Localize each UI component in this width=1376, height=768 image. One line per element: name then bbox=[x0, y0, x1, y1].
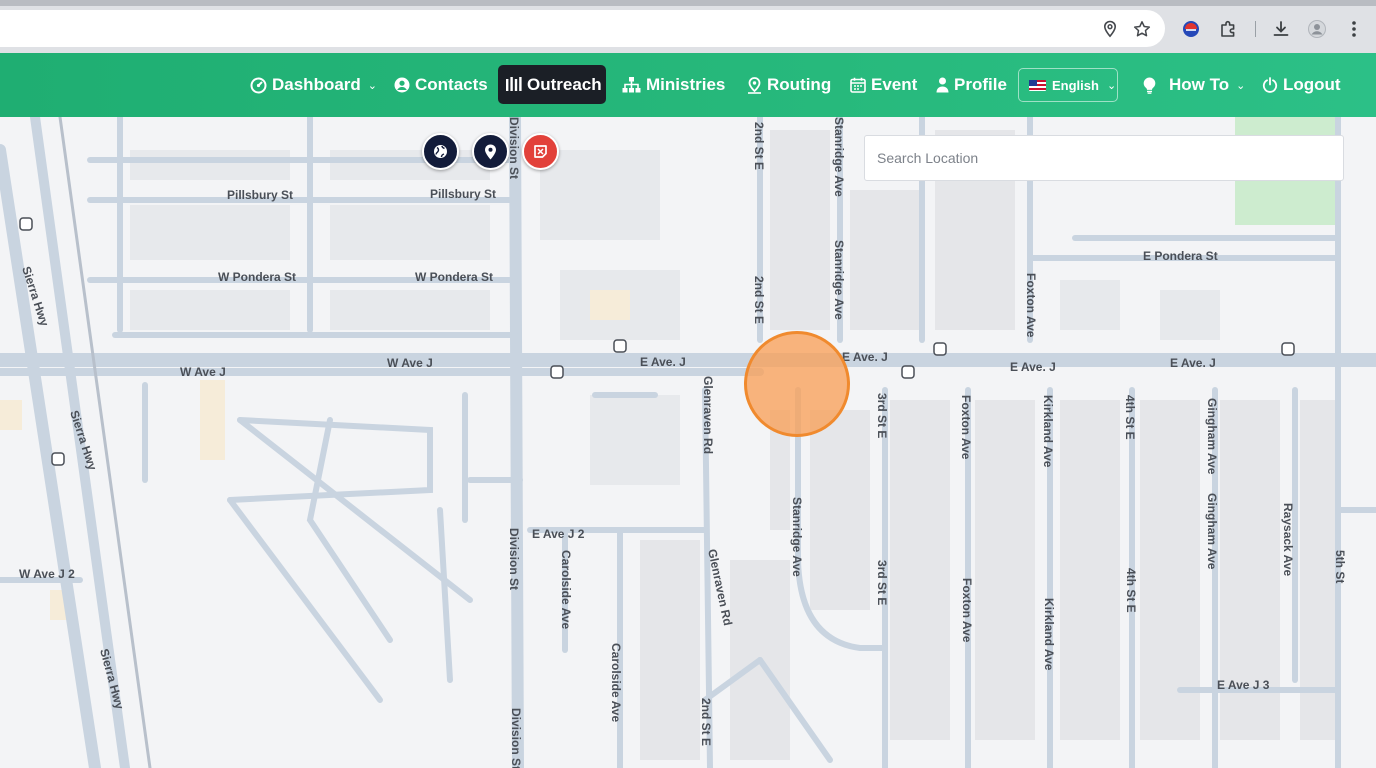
svg-text:E Ave. J: E Ave. J bbox=[1010, 360, 1056, 374]
svg-text:Division St: Division St bbox=[509, 708, 523, 768]
tab-strip bbox=[0, 0, 1376, 6]
toolbar-divider bbox=[1255, 21, 1256, 37]
extension-avatar-icon[interactable] bbox=[1180, 18, 1202, 40]
nav-dashboard[interactable]: Dashboard ⌄ bbox=[250, 65, 377, 105]
globe-icon bbox=[434, 145, 447, 158]
nav-contacts[interactable]: Contacts bbox=[394, 65, 488, 105]
nav-event[interactable]: Event bbox=[850, 65, 917, 105]
svg-text:W Ave J: W Ave J bbox=[180, 365, 226, 379]
street-map: Pillsbury St Pillsbury St W Pondera St W… bbox=[0, 117, 1376, 768]
nav-contacts-label: Contacts bbox=[415, 75, 488, 94]
language-select[interactable]: English ⌄ bbox=[1018, 68, 1118, 102]
svg-text:Stanridge Ave: Stanridge Ave bbox=[790, 497, 804, 577]
nav-routing-label: Routing bbox=[767, 75, 832, 94]
nav-ministries-label: Ministries bbox=[646, 75, 726, 94]
svg-text:Division St: Division St bbox=[507, 528, 521, 590]
nav-profile-label: Profile bbox=[954, 75, 1007, 94]
svg-text:Stanridge Ave: Stanridge Ave bbox=[832, 240, 846, 320]
chevron-down-icon: ⌄ bbox=[367, 79, 378, 92]
search-location-input[interactable] bbox=[864, 135, 1344, 181]
svg-text:4th St E: 4th St E bbox=[1123, 395, 1137, 440]
svg-text:Pillsbury St: Pillsbury St bbox=[430, 187, 496, 201]
svg-text:E Ave. J: E Ave. J bbox=[640, 355, 686, 369]
map-pin-icon bbox=[485, 144, 496, 159]
svg-text:2nd St E: 2nd St E bbox=[699, 698, 713, 746]
location-pin-icon[interactable] bbox=[1100, 19, 1120, 39]
svg-text:Glenraven Rd: Glenraven Rd bbox=[701, 376, 715, 454]
more-icon[interactable] bbox=[1343, 18, 1365, 40]
chevron-down-icon: ⌄ bbox=[1106, 79, 1117, 92]
puzzle-icon[interactable] bbox=[1218, 18, 1240, 40]
svg-text:E Ave J 3: E Ave J 3 bbox=[1217, 678, 1270, 692]
nav-how-to[interactable]: How To ⌄ bbox=[1143, 65, 1245, 105]
map-canvas[interactable]: Pillsbury St Pillsbury St W Pondera St W… bbox=[0, 117, 1376, 768]
us-flag-icon bbox=[1029, 79, 1046, 91]
nav-profile[interactable]: Profile bbox=[936, 65, 1007, 105]
svg-text:5th St: 5th St bbox=[1333, 550, 1347, 583]
address-bar[interactable] bbox=[0, 10, 1165, 47]
nav-outreach[interactable]: Outreach bbox=[498, 65, 606, 104]
svg-text:Raysack Ave: Raysack Ave bbox=[1281, 503, 1295, 576]
lightbulb-icon bbox=[1143, 77, 1156, 94]
nav-dashboard-label: Dashboard bbox=[272, 75, 361, 94]
download-icon[interactable] bbox=[1270, 18, 1292, 40]
svg-text:E Ave. J: E Ave. J bbox=[842, 350, 888, 364]
svg-text:Foxton Ave: Foxton Ave bbox=[960, 578, 974, 643]
svg-text:Carolside Ave: Carolside Ave bbox=[559, 550, 573, 629]
nav-how-to-label: How To bbox=[1169, 75, 1230, 94]
globe-button[interactable] bbox=[422, 133, 459, 170]
svg-text:E Ave. J: E Ave. J bbox=[1170, 356, 1216, 370]
svg-text:Gingham Ave: Gingham Ave bbox=[1205, 398, 1219, 475]
svg-text:W Ave J: W Ave J bbox=[387, 356, 433, 370]
outreach-icon bbox=[506, 77, 522, 91]
dashboard-icon bbox=[250, 77, 267, 93]
svg-text:4th St E: 4th St E bbox=[1124, 568, 1138, 613]
svg-text:Carolside Ave: Carolside Ave bbox=[609, 643, 623, 722]
power-icon bbox=[1262, 77, 1278, 93]
svg-text:2nd St E: 2nd St E bbox=[752, 122, 766, 170]
calendar-icon bbox=[850, 77, 866, 93]
svg-text:Gingham Ave: Gingham Ave bbox=[1205, 493, 1219, 570]
svg-text:Foxton Ave: Foxton Ave bbox=[959, 395, 973, 460]
svg-text:Kirkland Ave: Kirkland Ave bbox=[1042, 598, 1056, 671]
nav-routing[interactable]: Routing bbox=[747, 65, 831, 105]
nav-ministries[interactable]: Ministries bbox=[622, 65, 725, 105]
svg-text:E Pondera St: E Pondera St bbox=[1143, 249, 1218, 263]
svg-text:Pillsbury St: Pillsbury St bbox=[227, 188, 293, 202]
draw-area-icon bbox=[534, 145, 547, 158]
nav-event-label: Event bbox=[871, 75, 918, 94]
sitemap-icon bbox=[622, 77, 641, 93]
svg-text:E Ave J 2: E Ave J 2 bbox=[532, 527, 585, 541]
route-pin-icon bbox=[748, 76, 761, 94]
star-icon[interactable] bbox=[1132, 19, 1152, 39]
svg-text:3rd St E: 3rd St E bbox=[875, 393, 889, 438]
language-label: English bbox=[1052, 77, 1099, 93]
user-circle-icon bbox=[394, 77, 410, 93]
svg-text:W Ave J 2: W Ave J 2 bbox=[19, 567, 75, 581]
area-button[interactable] bbox=[522, 133, 559, 170]
chevron-down-icon: ⌄ bbox=[1236, 79, 1246, 92]
svg-text:W Pondera St: W Pondera St bbox=[218, 270, 296, 284]
svg-text:3rd St E: 3rd St E bbox=[875, 560, 889, 605]
nav-outreach-label: Outreach bbox=[527, 74, 602, 94]
profile-icon[interactable] bbox=[1306, 18, 1328, 40]
nav-logout[interactable]: Logout bbox=[1262, 65, 1341, 105]
svg-text:Division St: Division St bbox=[507, 117, 521, 179]
nav-logout-label: Logout bbox=[1283, 75, 1341, 94]
svg-text:Kirkland Ave: Kirkland Ave bbox=[1041, 395, 1055, 468]
svg-text:Foxton Ave: Foxton Ave bbox=[1024, 273, 1038, 338]
user-icon bbox=[936, 77, 949, 93]
pin-button[interactable] bbox=[472, 133, 509, 170]
svg-text:W Pondera St: W Pondera St bbox=[415, 270, 493, 284]
svg-text:Stanridge Ave: Stanridge Ave bbox=[832, 117, 846, 197]
svg-text:2nd St E: 2nd St E bbox=[752, 276, 766, 324]
location-marker[interactable] bbox=[744, 331, 850, 437]
